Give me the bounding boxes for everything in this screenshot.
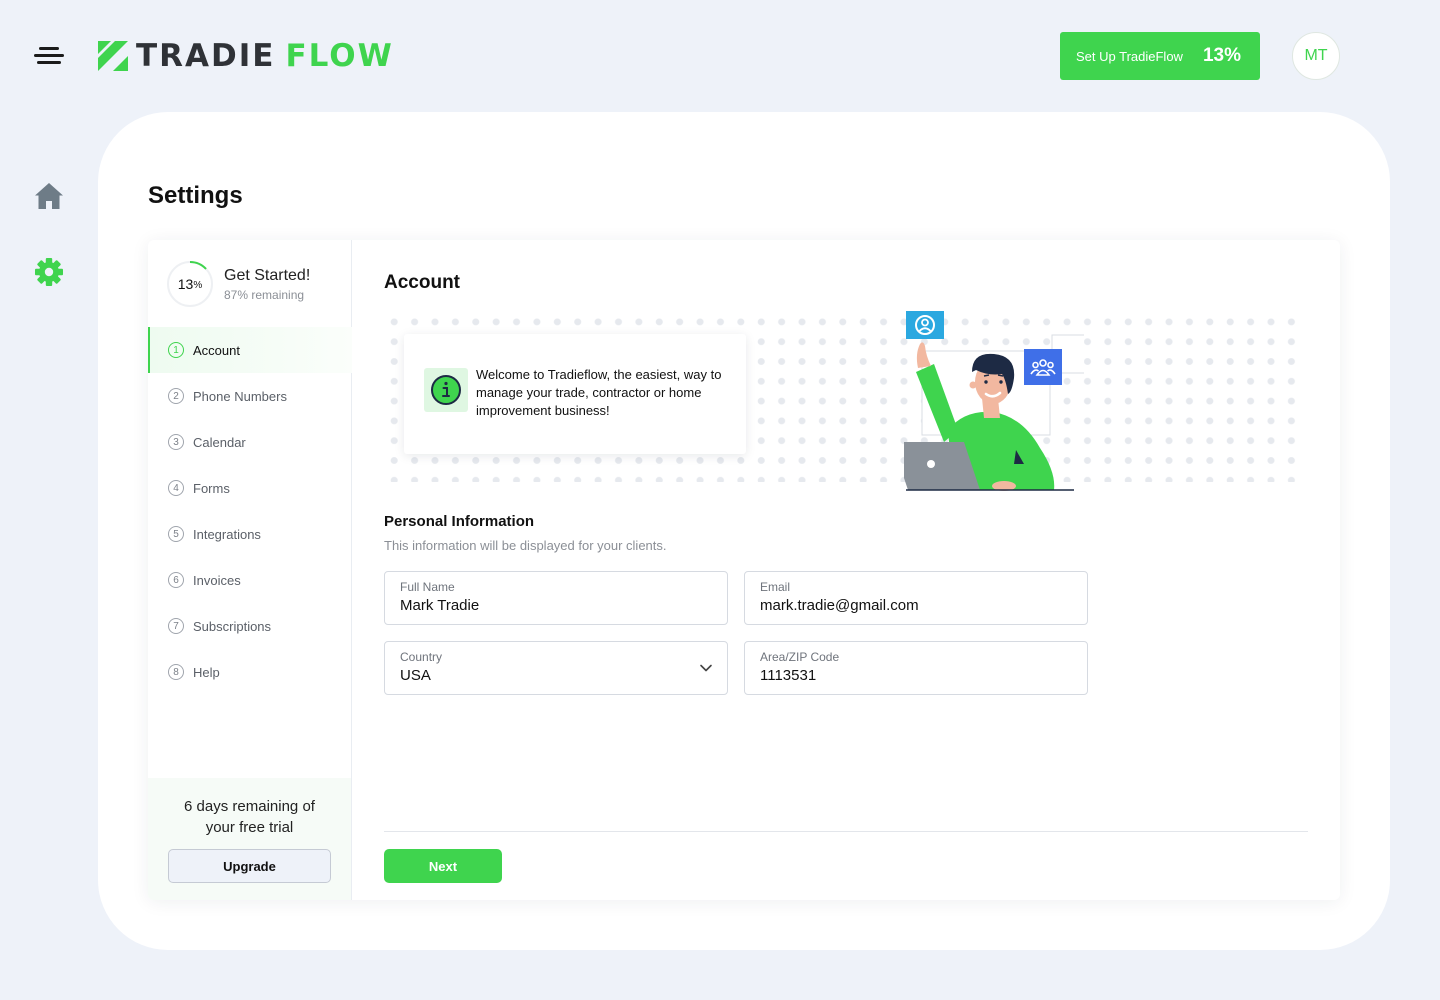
- nav-item-label: Calendar: [193, 434, 246, 450]
- chevron-down-icon: [700, 664, 712, 672]
- progress-number: 13: [177, 276, 194, 292]
- nav-item-help[interactable]: 8 Help: [148, 649, 352, 695]
- personal-info-title: Personal Information: [384, 513, 535, 530]
- field-label: Area/ZIP Code: [760, 650, 840, 664]
- setup-progress-button[interactable]: Set Up TradieFlow 13%: [1060, 32, 1260, 80]
- trial-box: 6 days remaining of your free trial Upgr…: [148, 778, 351, 900]
- nav-item-label: Account: [193, 342, 240, 358]
- step-number: 2: [168, 388, 184, 404]
- brand-name-part1: TRADIE: [136, 38, 276, 74]
- account-section: Account Welcome to Tradieflow, the easie…: [384, 240, 1340, 900]
- country-select[interactable]: Country USA: [384, 641, 728, 695]
- home-icon[interactable]: [34, 181, 64, 211]
- person-laptop-illustration: [904, 311, 1084, 491]
- menu-line: [37, 61, 61, 64]
- nav-item-forms[interactable]: 4 Forms: [148, 465, 352, 511]
- field-label: Full Name: [400, 580, 455, 594]
- setup-label: Set Up TradieFlow: [1076, 48, 1183, 64]
- setup-percent: 13%: [1202, 45, 1241, 66]
- upgrade-button[interactable]: Upgrade: [168, 849, 331, 883]
- nav-item-label: Help: [193, 664, 220, 680]
- info-glyph: [431, 375, 461, 405]
- welcome-card: Welcome to Tradieflow, the easiest, way …: [404, 334, 746, 454]
- settings-nav: 1 Account 2 Phone Numbers 3 Calendar 4 F…: [148, 327, 352, 695]
- brand-name: TRADIE FLOW: [136, 40, 394, 72]
- nav-item-calendar[interactable]: 3 Calendar: [148, 419, 352, 465]
- avatar[interactable]: MT: [1292, 32, 1340, 80]
- next-button[interactable]: Next: [384, 849, 502, 883]
- step-number: 4: [168, 480, 184, 496]
- field-value: Mark Tradie: [400, 597, 480, 614]
- gear-icon[interactable]: [34, 257, 64, 287]
- field-value: mark.tradie@gmail.com: [760, 597, 919, 614]
- trial-line-1: 6 days remaining of: [184, 798, 315, 815]
- menu-line: [34, 54, 64, 57]
- section-title: Account: [384, 272, 460, 293]
- nav-item-label: Phone Numbers: [193, 388, 287, 404]
- brand-name-part2: FLOW: [285, 38, 394, 74]
- step-number: 7: [168, 618, 184, 634]
- step-number: 3: [168, 434, 184, 450]
- progress-value: 13%: [166, 260, 214, 308]
- page-title: Settings: [148, 182, 243, 209]
- progress-ring: 13%: [166, 260, 214, 308]
- nav-item-subscriptions[interactable]: 7 Subscriptions: [148, 603, 352, 649]
- nav-item-label: Forms: [193, 480, 230, 496]
- menu-button[interactable]: [34, 46, 64, 66]
- zip-field[interactable]: Area/ZIP Code 1113531: [744, 641, 1088, 695]
- field-value: USA: [400, 667, 431, 684]
- step-number: 5: [168, 526, 184, 542]
- get-started-progress: 13% Get Started! 87% remaining: [166, 260, 310, 308]
- field-label: Country: [400, 650, 443, 664]
- form-divider: [384, 831, 1308, 832]
- full-name-field[interactable]: Full Name Mark Tradie: [384, 571, 728, 625]
- nav-item-label: Subscriptions: [193, 618, 272, 634]
- info-icon: [424, 368, 468, 412]
- field-label: Email: [760, 580, 791, 594]
- nav-item-label: Integrations: [193, 526, 261, 542]
- logo-mark-icon: [98, 41, 128, 71]
- nav-item-phone-numbers[interactable]: 2 Phone Numbers: [148, 373, 352, 419]
- welcome-text: Welcome to Tradieflow, the easiest, way …: [476, 367, 722, 418]
- nav-item-invoices[interactable]: 6 Invoices: [148, 557, 352, 603]
- step-number: 6: [168, 572, 184, 588]
- brand-logo[interactable]: TRADIE FLOW: [98, 40, 394, 72]
- settings-panel: 13% Get Started! 87% remaining 1 Account…: [148, 240, 1340, 900]
- settings-sidebar: 13% Get Started! 87% remaining 1 Account…: [148, 240, 352, 900]
- step-number: 1: [168, 342, 184, 358]
- progress-title: Get Started!: [224, 266, 311, 284]
- personal-info-subtitle: This information will be displayed for y…: [384, 538, 667, 553]
- nav-item-account[interactable]: 1 Account: [148, 327, 352, 373]
- main-card: Settings 13% Get Started! 87% remaining: [98, 112, 1390, 950]
- nav-item-integrations[interactable]: 5 Integrations: [148, 511, 352, 557]
- progress-remaining: 87% remaining: [224, 287, 305, 302]
- trial-line-2: your free trial: [205, 819, 294, 836]
- menu-line: [39, 47, 59, 50]
- trial-message: 6 days remaining of your free trial: [148, 796, 351, 838]
- step-number: 8: [168, 664, 184, 680]
- progress-unit: %: [193, 280, 203, 291]
- nav-item-label: Invoices: [193, 572, 241, 588]
- field-value: 1113531: [760, 667, 817, 684]
- email-field[interactable]: Email mark.tradie@gmail.com: [744, 571, 1088, 625]
